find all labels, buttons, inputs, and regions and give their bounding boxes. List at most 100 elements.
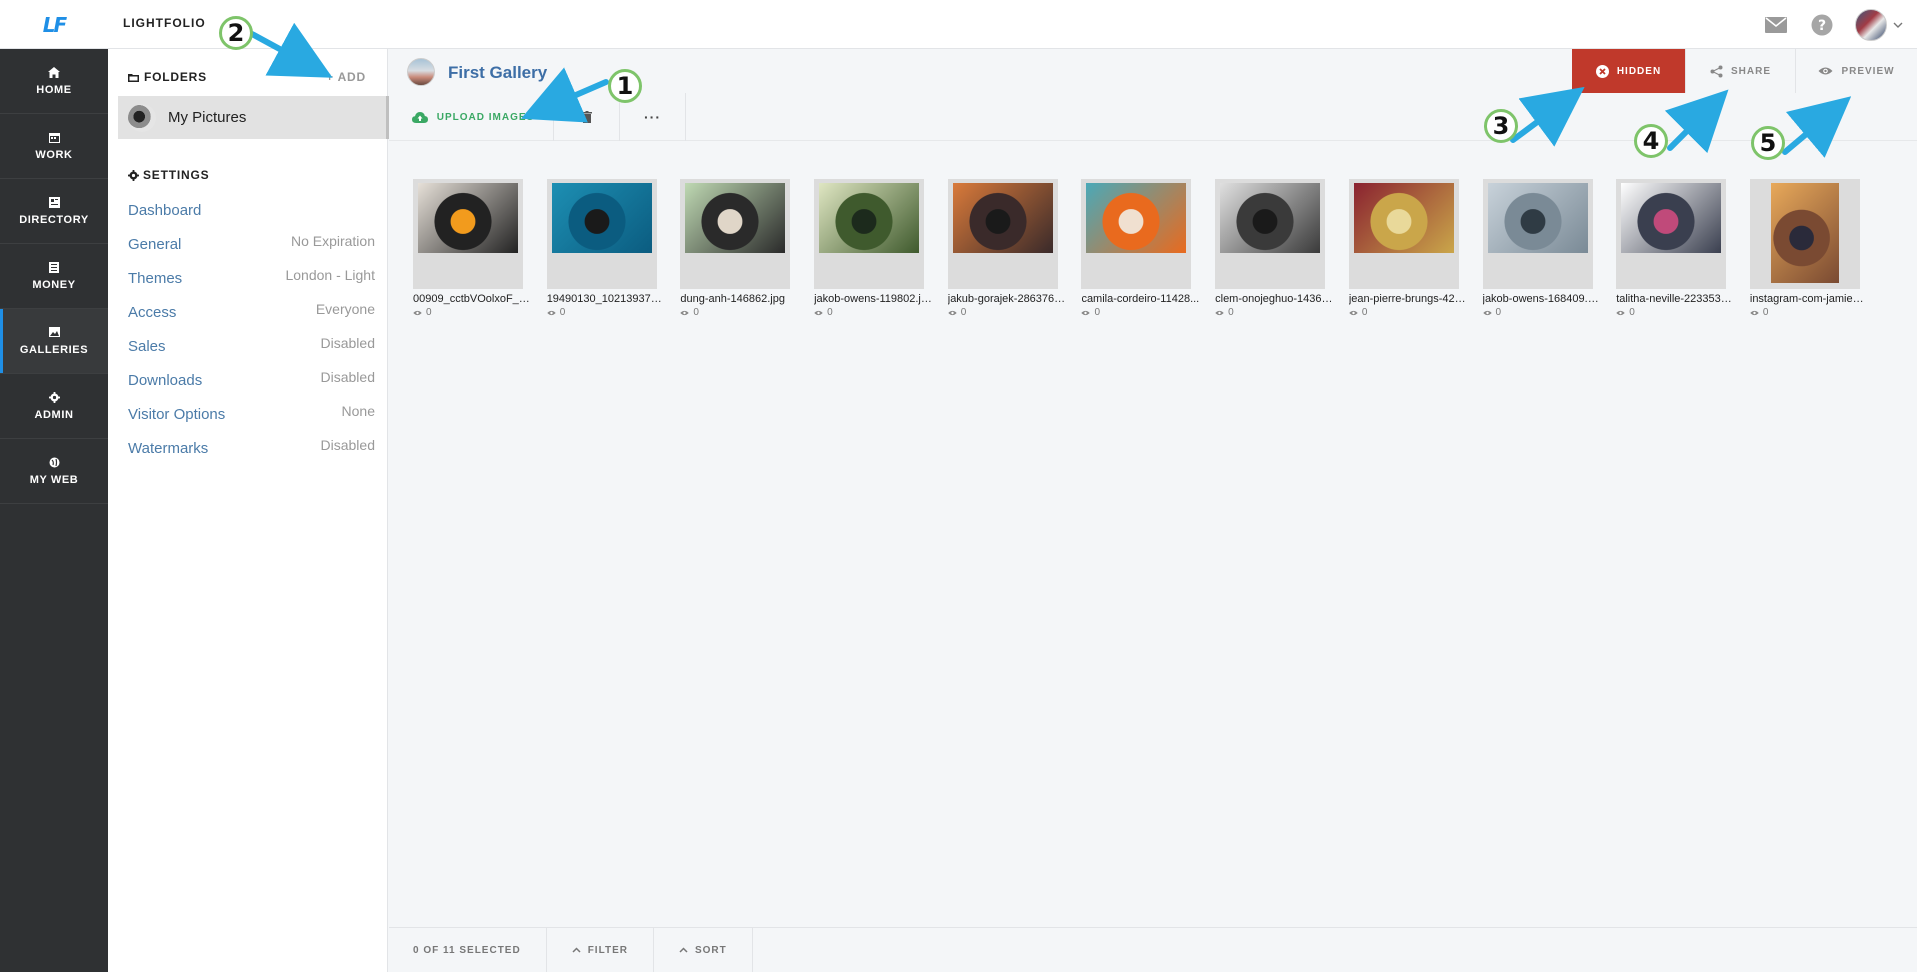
- setting-link-access[interactable]: Access: [128, 298, 176, 321]
- nav-label: MONEY: [32, 279, 76, 291]
- share-button[interactable]: SHARE: [1685, 49, 1795, 93]
- folders-heading: FOLDERS: [128, 70, 207, 84]
- lightfolio-logo[interactable]: LF: [0, 0, 108, 49]
- folder-item-my-pictures[interactable]: My Pictures: [118, 96, 390, 139]
- image-card[interactable]: clem-onojeghuo-14362... 0: [1215, 179, 1333, 318]
- upload-images-button[interactable]: UPLOAD IMAGES: [389, 93, 554, 141]
- view-count-value: 0: [827, 307, 833, 318]
- hidden-label: HIDDEN: [1616, 65, 1662, 77]
- gear-icon: [128, 169, 139, 181]
- delete-button[interactable]: [554, 93, 620, 141]
- callout-1: 1: [608, 69, 642, 103]
- setting-link-downloads[interactable]: Downloads: [128, 366, 202, 389]
- settings-label: SETTINGS: [143, 168, 210, 182]
- setting-value: Everyone: [315, 301, 375, 317]
- gallery-main: First Gallery HIDDEN SHARE PREVIEW UPLOA…: [389, 49, 1917, 972]
- view-count: 0: [1616, 307, 1726, 318]
- eye-icon: [546, 310, 556, 315]
- share-label: SHARE: [1730, 65, 1771, 77]
- sort-label: SORT: [694, 944, 727, 956]
- settings-heading: SETTINGS: [128, 168, 209, 182]
- nav-directory[interactable]: DIRECTORY: [0, 179, 108, 244]
- view-count-value: 0: [426, 307, 432, 318]
- image-card[interactable]: dung-anh-146862.jpg 0: [680, 179, 791, 318]
- image-card[interactable]: talitha-neville-223353.j... 0: [1616, 179, 1734, 318]
- nav-galleries[interactable]: GALLERIES: [0, 309, 108, 374]
- nav-my-web[interactable]: MY WEB: [0, 439, 108, 504]
- view-count: 0: [948, 307, 1058, 318]
- photo: [952, 183, 1053, 253]
- image-card[interactable]: camila-cordeiro-11428... 0: [1081, 179, 1199, 318]
- setting-row: Downloads Disabled: [128, 366, 375, 400]
- view-count-value: 0: [693, 307, 699, 318]
- help-icon[interactable]: ?: [1809, 12, 1835, 38]
- image-card[interactable]: jean-pierre-brungs-426... 0: [1348, 179, 1467, 318]
- nav-label: DIRECTORY: [19, 214, 89, 226]
- setting-value: No Expiration: [290, 233, 375, 249]
- nav-money[interactable]: MONEY: [0, 244, 108, 309]
- gallery-title[interactable]: First Gallery: [448, 63, 547, 83]
- image-thumbnail[interactable]: [413, 179, 523, 289]
- setting-value: Disabled: [320, 369, 375, 385]
- nav-label: GALLERIES: [19, 344, 89, 356]
- setting-row: Dashboard: [128, 196, 375, 230]
- setting-link-general[interactable]: General: [128, 230, 181, 253]
- view-count: 0: [413, 307, 523, 318]
- image-filename: clem-onojeghuo-14362...: [1215, 293, 1334, 305]
- image-thumbnail[interactable]: [814, 179, 925, 289]
- image-thumbnail[interactable]: [1482, 179, 1593, 289]
- folder-thumbnail: [128, 103, 156, 132]
- callout-4: 4: [1634, 124, 1668, 158]
- nav-work[interactable]: WORK: [0, 114, 108, 179]
- add-folder-button[interactable]: + ADD: [326, 70, 366, 84]
- eye-icon: [1750, 310, 1759, 315]
- sort-button[interactable]: SORT: [654, 927, 753, 972]
- image-filename: jakob-owens-119802.jpg: [814, 293, 933, 305]
- setting-link-dashboard[interactable]: Dashboard: [128, 196, 201, 219]
- chevron-down-icon[interactable]: [1893, 22, 1909, 28]
- image-thumbnail[interactable]: [1215, 179, 1326, 289]
- setting-row: Access Everyone: [128, 298, 375, 332]
- view-count-value: 0: [1094, 307, 1100, 318]
- photo: [685, 183, 786, 253]
- image-thumbnail[interactable]: [947, 179, 1058, 289]
- hidden-toggle-button[interactable]: HIDDEN: [1572, 49, 1685, 93]
- image-thumbnail[interactable]: [1749, 179, 1860, 289]
- mail-icon[interactable]: [1763, 12, 1789, 38]
- nav-admin[interactable]: ADMIN: [0, 374, 108, 439]
- image-card[interactable]: 00909_cctbVOolxoF_6... 0: [413, 179, 531, 318]
- bottom-bar: 0 OF 11 SELECTED FILTER SORT: [389, 927, 1917, 972]
- image-filename: dung-anh-146862.jpg: [680, 293, 785, 305]
- upload-label: UPLOAD IMAGES: [436, 111, 535, 123]
- avatar[interactable]: [1855, 8, 1887, 41]
- image-filename: jakub-gorajek-286376.j...: [947, 293, 1066, 305]
- image-thumbnail[interactable]: [680, 179, 791, 289]
- preview-button[interactable]: PREVIEW: [1795, 49, 1917, 93]
- image-filename: talitha-neville-223353.j...: [1616, 293, 1735, 305]
- setting-link-visitor-options[interactable]: Visitor Options: [128, 400, 225, 423]
- home-icon: [48, 66, 60, 78]
- image-card[interactable]: instagram-com-jamie_f... 0: [1749, 179, 1868, 318]
- view-count: 0: [814, 307, 924, 318]
- callout-2: 2: [219, 16, 253, 50]
- filter-button[interactable]: FILTER: [547, 927, 654, 972]
- image-thumbnail[interactable]: [1348, 179, 1459, 289]
- photo: [1086, 183, 1187, 253]
- photo: [1621, 183, 1722, 253]
- image-card[interactable]: 19490130_102139374... 0: [546, 179, 665, 318]
- brand-name: LIGHTFOLIO: [123, 16, 206, 30]
- setting-link-themes[interactable]: Themes: [128, 264, 182, 287]
- eye-icon: [1616, 310, 1625, 315]
- image-card[interactable]: jakob-owens-168409.jpg 0: [1482, 179, 1601, 318]
- image-card[interactable]: jakob-owens-119802.jpg 0: [814, 179, 932, 318]
- setting-link-watermarks[interactable]: Watermarks: [128, 434, 208, 457]
- image-thumbnail[interactable]: [546, 179, 657, 289]
- image-icon: [48, 326, 60, 338]
- nav-home[interactable]: HOME: [0, 49, 108, 114]
- setting-link-sales[interactable]: Sales: [128, 332, 166, 355]
- image-card[interactable]: jakub-gorajek-286376.j... 0: [947, 179, 1066, 318]
- image-thumbnail[interactable]: [1616, 179, 1727, 289]
- image-thumbnail[interactable]: [1081, 179, 1192, 289]
- eye-icon: [1818, 67, 1833, 75]
- eye-icon: [413, 310, 422, 315]
